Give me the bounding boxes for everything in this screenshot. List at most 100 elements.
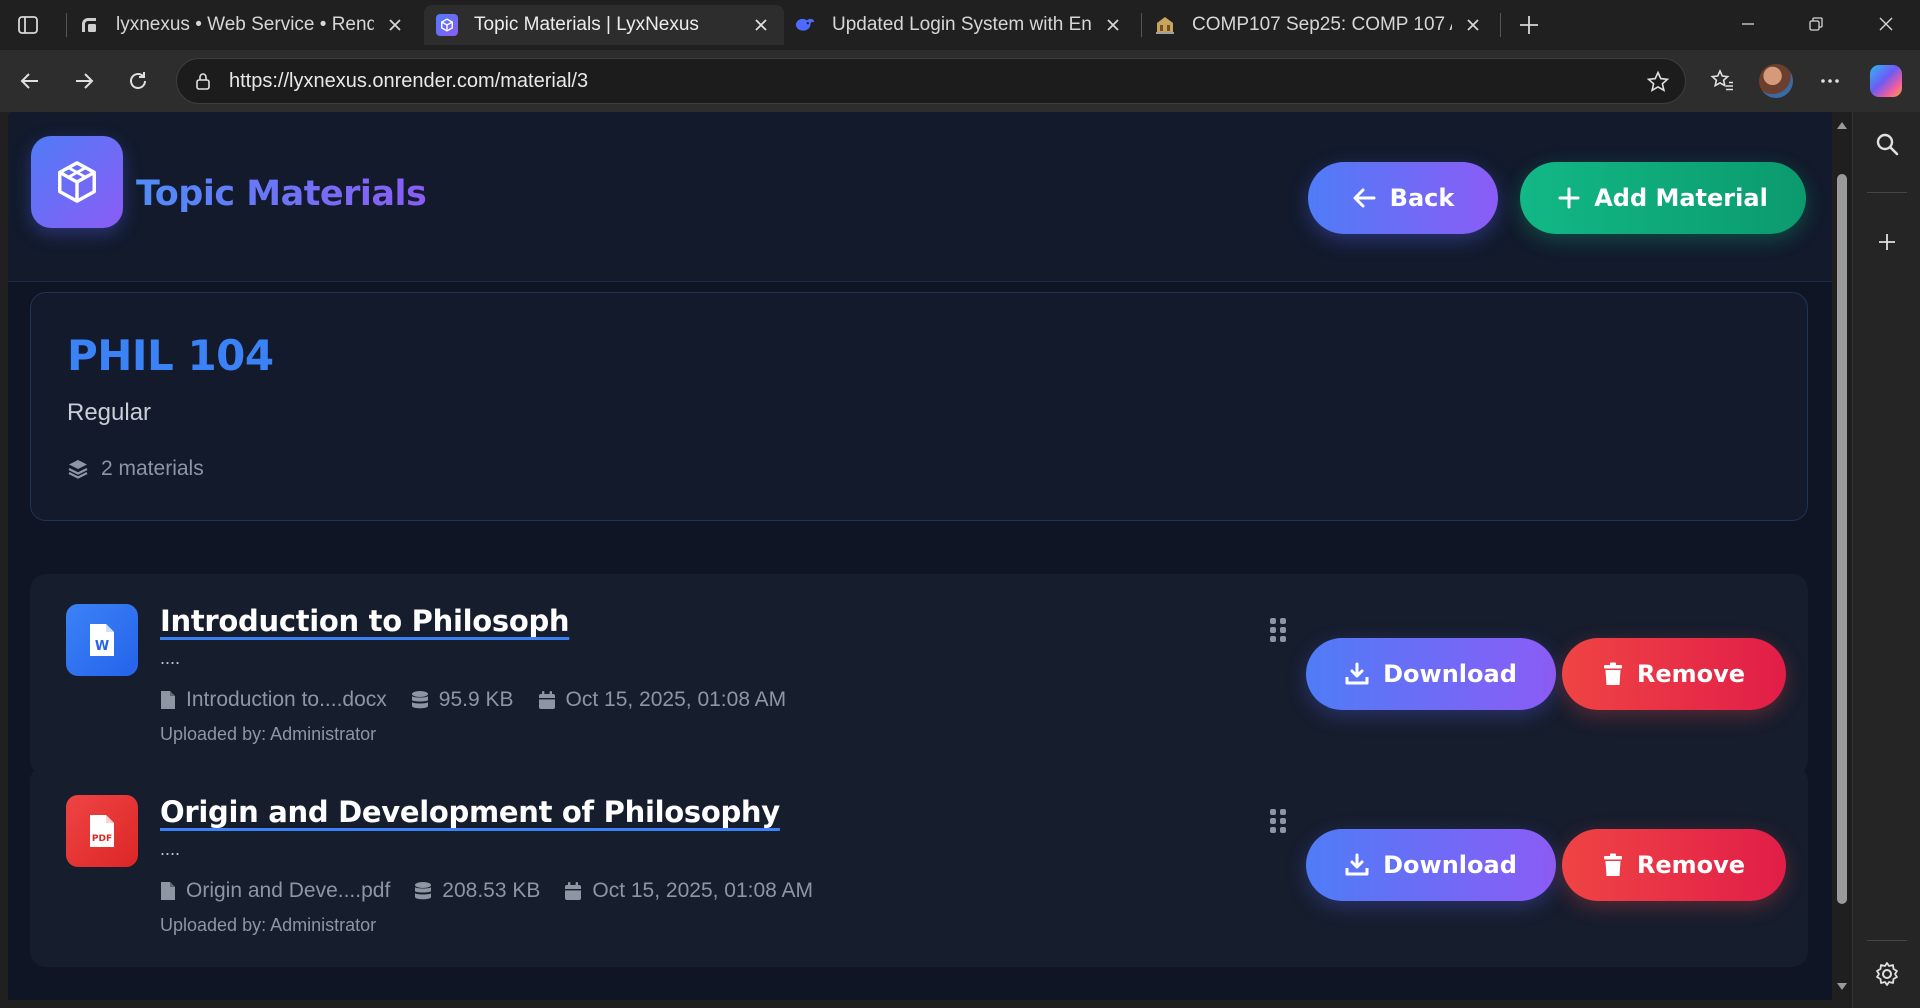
back-button[interactable]: Back: [1308, 162, 1498, 234]
svg-text:W: W: [95, 639, 109, 654]
forward-arrow-icon[interactable]: [66, 63, 102, 99]
trash-icon: [1603, 662, 1622, 685]
drag-handle-icon[interactable]: [1270, 809, 1286, 833]
lyxnexus-icon: [436, 14, 458, 36]
download-button[interactable]: Download: [1306, 638, 1556, 710]
download-icon: [1345, 853, 1369, 876]
url-text[interactable]: https://lyxnexus.onrender.com/material/3: [229, 70, 588, 93]
sidebar-divider: [1867, 940, 1907, 941]
profile-avatar[interactable]: [1758, 63, 1794, 99]
remove-button[interactable]: Remove: [1562, 638, 1786, 710]
tab-separator: [1500, 13, 1501, 37]
trash-icon: [1603, 853, 1622, 876]
back-button-label: Back: [1389, 184, 1455, 212]
material-card: PDF Origin and Development of Philosophy…: [30, 765, 1808, 967]
tab-title: Updated Login System with Enhan: [832, 14, 1092, 35]
material-card: W Introduction to Philosoph .... Introdu…: [30, 574, 1808, 776]
add-material-button[interactable]: Add Material: [1520, 162, 1806, 234]
site-info-lock-icon[interactable]: [187, 65, 219, 97]
browser-tab-comp107[interactable]: COMP107 Sep25: COMP 107 Atten: [1142, 5, 1496, 45]
add-sidebar-app-icon[interactable]: [1867, 222, 1907, 262]
download-button[interactable]: Download: [1306, 829, 1556, 901]
calendar-icon: [565, 882, 582, 900]
file-icon: [161, 882, 175, 900]
materials-count: 2 materials: [67, 457, 204, 481]
address-bar[interactable]: https://lyxnexus.onrender.com/material/3: [176, 58, 1686, 104]
page-title: Topic Materials: [136, 174, 427, 214]
material-description: ....: [160, 839, 181, 859]
browser-tab-render[interactable]: lyxnexus • Web Service • Render D: [66, 5, 418, 45]
minimize-icon[interactable]: [1720, 6, 1776, 42]
add-material-label: Add Material: [1594, 184, 1768, 212]
tab-title: lyxnexus • Web Service • Render D: [116, 14, 374, 35]
more-options-icon[interactable]: [1812, 63, 1848, 99]
browser-tab-topic-materials[interactable]: Topic Materials | LyxNexus: [424, 5, 784, 45]
favorites-icon[interactable]: [1704, 63, 1740, 99]
material-date: Oct 15, 2025, 01:08 AM: [565, 688, 787, 711]
gear-icon[interactable]: [1867, 954, 1907, 994]
new-tab-icon[interactable]: [1514, 10, 1544, 40]
download-label: Download: [1383, 851, 1517, 879]
browser-tab-strip: lyxnexus • Web Service • Render D Topic …: [0, 0, 1920, 50]
close-tab-icon[interactable]: [750, 14, 772, 36]
topic-info-card: PHIL 104 Regular 2 materials: [30, 292, 1808, 521]
remove-label: Remove: [1636, 851, 1746, 879]
material-title[interactable]: Introduction to Philosoph: [160, 604, 570, 638]
material-filename: Origin and Deve....pdf: [186, 879, 391, 902]
page-viewport: Topic Materials Back Add Material PHIL 1…: [8, 112, 1832, 1000]
sidebar-divider: [1867, 192, 1907, 193]
database-icon: [411, 691, 428, 709]
pdf-icon: PDF: [66, 795, 138, 867]
tab-title: COMP107 Sep25: COMP 107 Atten: [1192, 14, 1452, 35]
material-size: 95.9 KB: [438, 688, 514, 711]
word-doc-icon: W: [66, 604, 138, 676]
scrollbar-thumb[interactable]: [1837, 174, 1847, 904]
download-icon: [1345, 662, 1369, 685]
scroll-down-arrow-icon[interactable]: [1835, 980, 1849, 994]
refresh-icon[interactable]: [120, 63, 156, 99]
back-arrow-icon[interactable]: [12, 63, 48, 99]
plus-icon: [1558, 187, 1580, 209]
close-tab-icon[interactable]: [384, 14, 406, 36]
calendar-icon: [538, 691, 555, 709]
browser-tab-login-system[interactable]: Updated Login System with Enhan: [782, 5, 1136, 45]
svg-text:PDF: PDF: [92, 834, 112, 844]
topic-type: Regular: [67, 399, 152, 426]
remove-label: Remove: [1636, 660, 1746, 688]
material-size: 208.53 KB: [442, 879, 541, 902]
page-scrollbar[interactable]: [1832, 112, 1852, 1000]
search-icon[interactable]: [1867, 124, 1907, 164]
scroll-up-arrow-icon[interactable]: [1835, 118, 1849, 132]
copilot-icon[interactable]: [1868, 63, 1904, 99]
material-title[interactable]: Origin and Development of Philosophy: [160, 795, 780, 829]
page-header: Topic Materials Back Add Material: [8, 112, 1832, 282]
tab-actions-icon[interactable]: [14, 11, 42, 39]
browser-sidebar: [1852, 112, 1920, 1008]
drag-handle-icon[interactable]: [1270, 618, 1286, 642]
close-tab-icon[interactable]: [1102, 14, 1124, 36]
material-meta: Introduction to....docx 95.9 KB Oct 15, …: [160, 688, 786, 712]
arrow-left-icon: [1353, 188, 1376, 208]
favorite-star-icon[interactable]: [1645, 69, 1671, 95]
close-window-icon[interactable]: [1858, 6, 1914, 42]
layers-icon: [68, 460, 88, 479]
university-icon: [1154, 14, 1176, 36]
material-date: Oct 15, 2025, 01:08 AM: [592, 879, 814, 902]
browser-toolbar: https://lyxnexus.onrender.com/material/3: [0, 50, 1920, 112]
materials-count-text: 2 materials: [101, 457, 204, 480]
topic-code: PHIL 104: [67, 331, 274, 380]
avatar: [1759, 64, 1793, 98]
tab-title: Topic Materials | LyxNexus: [474, 14, 699, 35]
render-icon: [78, 14, 100, 36]
close-tab-icon[interactable]: [1462, 14, 1484, 36]
database-icon: [415, 882, 432, 900]
material-meta: Origin and Deve....pdf 208.53 KB Oct 15,…: [160, 879, 813, 903]
material-uploader: Uploaded by: Administrator: [160, 724, 377, 744]
material-filename: Introduction to....docx: [186, 688, 387, 711]
restore-icon[interactable]: [1788, 6, 1844, 42]
material-description: ....: [160, 648, 181, 668]
file-icon: [161, 691, 175, 709]
material-uploader: Uploaded by: Administrator: [160, 915, 377, 935]
deepseek-icon: [794, 14, 816, 36]
remove-button[interactable]: Remove: [1562, 829, 1786, 901]
